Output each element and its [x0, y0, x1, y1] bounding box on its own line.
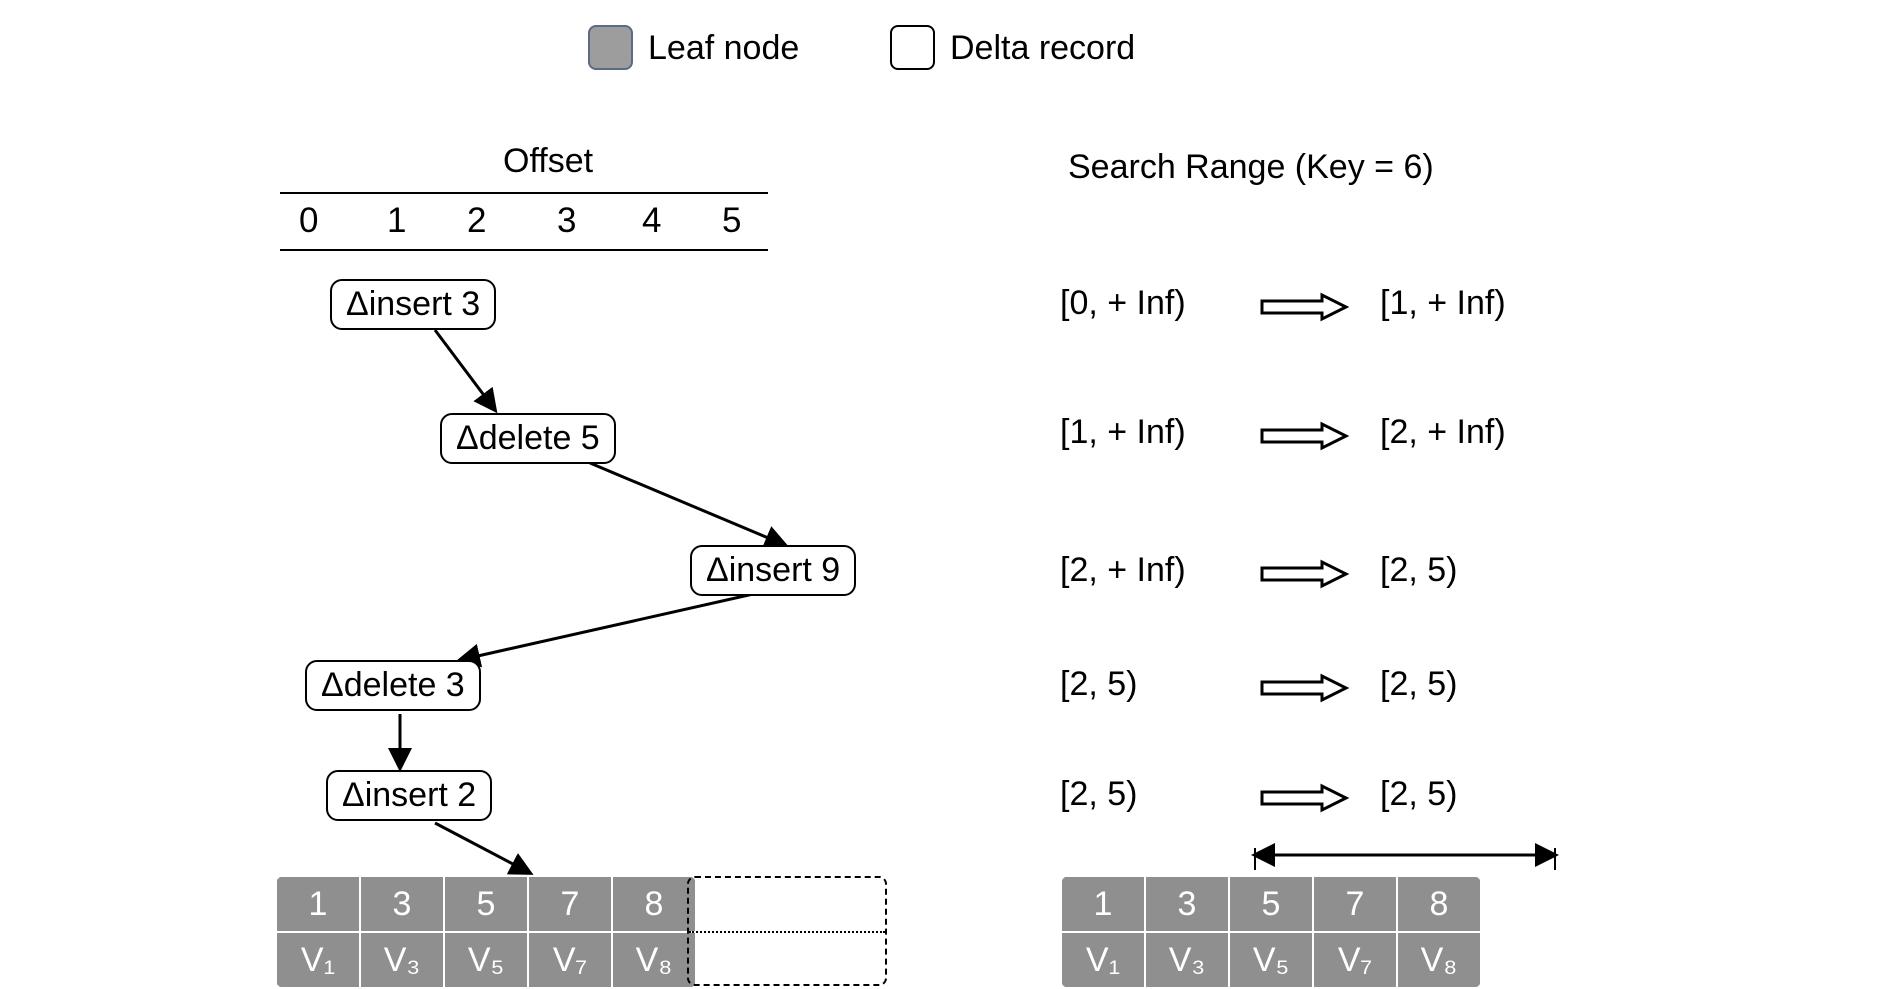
sr-to-2: [2, 5) — [1380, 551, 1457, 590]
leaf-key-cell: 8 — [612, 876, 696, 932]
sr-from-0: [0, + Inf) — [1060, 284, 1186, 323]
leaf-val-cell: V₅ — [1229, 932, 1313, 988]
sr-from-2: [2, + Inf) — [1060, 551, 1186, 590]
delta-record-1: Δdelete 5 — [440, 413, 616, 464]
double-line-arrow-icon — [1260, 292, 1350, 322]
leaf-key-cell: 7 — [528, 876, 612, 932]
sr-to-4: [2, 5) — [1380, 775, 1457, 814]
leaf-val-cell: V₅ — [444, 932, 528, 988]
connectors — [0, 0, 1882, 974]
offset-rule-bottom — [280, 249, 768, 251]
leaf-val-cell: V₈ — [612, 932, 696, 988]
leaf-key-cell: 5 — [444, 876, 528, 932]
offset-tick-1: 1 — [387, 201, 406, 241]
leaf-key-cell: 7 — [1313, 876, 1397, 932]
leaf-key-cell: 3 — [360, 876, 444, 932]
leaf-key-cell: 3 — [1145, 876, 1229, 932]
double-line-arrow-icon — [1260, 421, 1350, 451]
search-range-title: Search Range (Key = 6) — [1068, 148, 1434, 187]
offset-tick-5: 5 — [722, 201, 741, 241]
leaf-swatch — [588, 25, 633, 70]
sr-from-3: [2, 5) — [1060, 665, 1137, 704]
delta-record-3: Δdelete 3 — [305, 660, 481, 711]
offset-tick-0: 0 — [299, 201, 318, 241]
offset-tick-2: 2 — [467, 201, 486, 241]
leaf-val-cell: V₈ — [1397, 932, 1481, 988]
sr-to-1: [2, + Inf) — [1380, 413, 1506, 452]
leaf-val-cell: V₃ — [1145, 932, 1229, 988]
leaf-val-cell: V₃ — [360, 932, 444, 988]
dotted-divider — [689, 931, 885, 933]
leaf-table-left: 1 3 5 7 8 V₁ V₃ V₅ V₇ V₈ — [275, 875, 697, 989]
double-line-arrow-icon — [1260, 559, 1350, 589]
delta-record-2: Δinsert 9 — [690, 545, 856, 596]
legend-leaf-label: Leaf node — [648, 29, 799, 68]
sr-to-3: [2, 5) — [1380, 665, 1457, 704]
double-line-arrow-icon — [1260, 783, 1350, 813]
leaf-key-cell: 1 — [276, 876, 360, 932]
delta-swatch — [890, 25, 935, 70]
sr-from-1: [1, + Inf) — [1060, 413, 1186, 452]
sr-to-0: [1, + Inf) — [1380, 284, 1506, 323]
leaf-val-cell: V₇ — [1313, 932, 1397, 988]
leaf-val-cell: V₁ — [276, 932, 360, 988]
delta-record-0: Δinsert 3 — [330, 279, 496, 330]
offset-tick-3: 3 — [557, 201, 576, 241]
leaf-val-cell: V₁ — [1061, 932, 1145, 988]
delta-record-4: Δinsert 2 — [326, 770, 492, 821]
offset-rule-top — [280, 192, 768, 194]
leaf-val-cell: V₇ — [528, 932, 612, 988]
double-line-arrow-icon — [1260, 673, 1350, 703]
sr-from-4: [2, 5) — [1060, 775, 1137, 814]
offset-tick-4: 4 — [642, 201, 661, 241]
leaf-key-cell: 1 — [1061, 876, 1145, 932]
offset-title: Offset — [503, 142, 593, 181]
leaf-key-cell: 8 — [1397, 876, 1481, 932]
leaf-table-right: 1 3 5 7 8 V₁ V₃ V₅ V₇ V₈ — [1060, 875, 1482, 989]
leaf-key-cell: 5 — [1229, 876, 1313, 932]
legend-delta-label: Delta record — [950, 29, 1135, 68]
